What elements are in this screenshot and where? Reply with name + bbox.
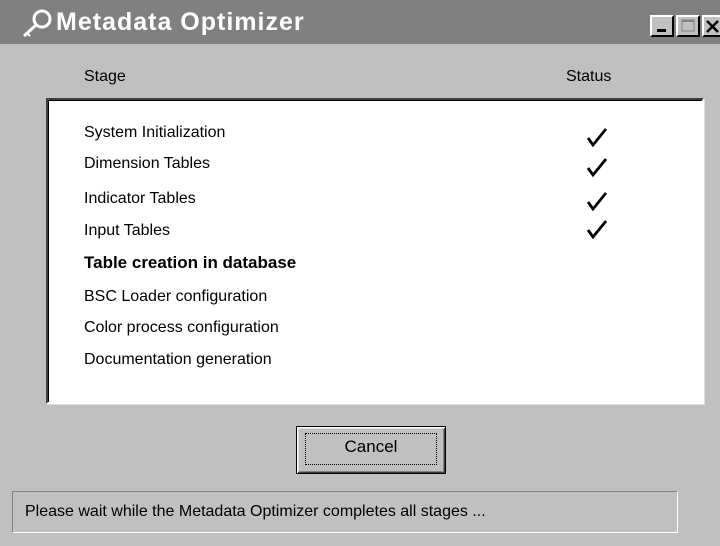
magnifier-key-icon <box>22 9 52 38</box>
checkmark-icon <box>586 158 608 178</box>
minimize-button[interactable] <box>650 15 674 37</box>
stage-item-dimension-tables: Dimension Tables <box>84 155 210 172</box>
status-bar: Please wait while the Metadata Optimizer… <box>12 491 678 533</box>
status-column-header: Status <box>566 68 612 85</box>
metadata-optimizer-window: Metadata Optimizer Stage Status System I… <box>0 0 720 546</box>
status-message: Please wait while the Metadata Optimizer… <box>25 503 486 520</box>
checkmark-icon <box>586 192 608 212</box>
cancel-button-label: Cancel <box>344 437 398 456</box>
cancel-button[interactable]: Cancel <box>296 426 446 474</box>
stage-item-documentation: Documentation generation <box>84 351 272 368</box>
maximize-icon <box>681 19 695 32</box>
checkmark-icon <box>586 128 608 148</box>
stage-column-header: Stage <box>84 68 126 85</box>
stage-item-system-initialization: System Initialization <box>84 124 226 141</box>
checkmark-icon <box>586 220 608 240</box>
stage-item-color-process: Color process configuration <box>84 319 279 336</box>
minimize-icon <box>657 29 666 32</box>
title-bar[interactable]: Metadata Optimizer <box>0 0 720 44</box>
stage-list: System Initialization Dimension Tables I… <box>46 98 704 404</box>
window-title: Metadata Optimizer <box>56 8 305 36</box>
stage-item-indicator-tables: Indicator Tables <box>84 190 196 207</box>
stage-item-table-creation: Table creation in database <box>84 253 297 272</box>
close-icon <box>706 20 719 33</box>
maximize-button[interactable] <box>676 15 700 37</box>
stage-item-input-tables: Input Tables <box>84 222 170 239</box>
stage-item-bsc-loader: BSC Loader configuration <box>84 288 268 305</box>
close-button[interactable] <box>702 15 720 37</box>
